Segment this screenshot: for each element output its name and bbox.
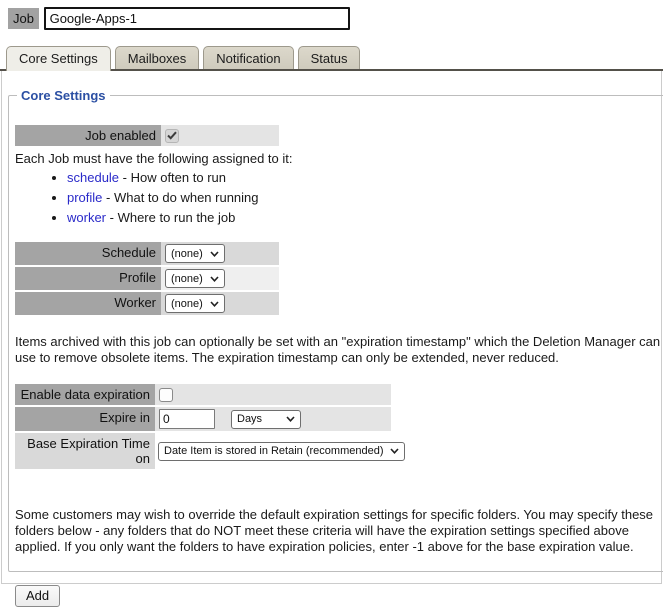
job-bar: Job — [0, 0, 663, 34]
tab-mailboxes[interactable]: Mailboxes — [114, 46, 200, 69]
base-expiration-label: Base Expiration Time on — [15, 433, 155, 469]
base-expiration-value: Date Item is stored in Retain (recommend… — [164, 445, 384, 457]
job-enabled-row: Job enabled — [15, 125, 663, 146]
worker-label: Worker — [15, 292, 161, 315]
chevron-down-icon — [210, 300, 219, 307]
enable-expiration-row: Enable data expiration — [15, 384, 663, 405]
job-field-label: Job — [8, 8, 39, 29]
job-enabled-label: Job enabled — [15, 125, 161, 146]
worker-link[interactable]: worker — [67, 210, 106, 225]
tab-content-panel: Core Settings Job enabled Each Job must … — [1, 71, 663, 607]
worker-select-value: (none) — [171, 297, 203, 310]
list-item: worker - Where to run the job — [67, 209, 663, 226]
list-item: profile - What to do when running — [67, 189, 663, 206]
schedule-link[interactable]: schedule — [67, 170, 119, 185]
schedule-select[interactable]: (none) — [165, 244, 225, 263]
profile-label: Profile — [15, 267, 161, 290]
expire-in-row: Expire in Days — [15, 407, 663, 431]
expiration-note: Items archived with this job can optiona… — [15, 334, 661, 365]
chevron-down-icon — [286, 416, 295, 422]
schedule-select-value: (none) — [171, 247, 203, 260]
list-item-text: - What to do when running — [102, 190, 259, 205]
worker-row: Worker (none) — [15, 292, 663, 315]
schedule-label: Schedule — [15, 242, 161, 265]
list-item: schedule - How often to run — [67, 169, 663, 186]
expire-in-label: Expire in — [15, 407, 155, 431]
profile-select-value: (none) — [171, 272, 203, 285]
job-enabled-checkbox[interactable] — [165, 128, 179, 143]
expire-unit-value: Days — [237, 413, 263, 425]
base-expiration-select[interactable]: Date Item is stored in Retain (recommend… — [158, 441, 406, 461]
enable-expiration-label: Enable data expiration — [15, 384, 155, 405]
list-item-text: - How often to run — [119, 170, 226, 185]
folders-note: Some customers may wish to override the … — [15, 507, 654, 554]
tab-notification[interactable]: Notification — [203, 46, 294, 69]
expiration-table: Enable data expiration Expire in Days — [15, 384, 663, 469]
schedule-row: Schedule (none) — [15, 242, 663, 265]
job-enabled-table: Job enabled — [15, 125, 663, 146]
job-name-input[interactable] — [43, 7, 350, 30]
chevron-down-icon — [210, 250, 219, 257]
chevron-down-icon — [390, 448, 400, 454]
enable-expiration-checkbox[interactable] — [159, 387, 173, 402]
worker-select[interactable]: (none) — [165, 294, 225, 313]
core-settings-fieldset: Core Settings Job enabled Each Job must … — [8, 88, 663, 607]
add-button[interactable]: Add — [15, 585, 61, 607]
tab-bar: Core Settings Mailboxes Notification Sta… — [0, 45, 663, 71]
assignment-list: schedule - How often to run profile - Wh… — [67, 169, 663, 226]
assignment-intro: Each Job must have the following assigne… — [15, 151, 293, 166]
expire-unit-select[interactable]: Days — [231, 409, 301, 429]
expire-in-input[interactable] — [159, 409, 215, 429]
tab-status[interactable]: Status — [297, 46, 361, 69]
profile-row: Profile (none) — [15, 267, 663, 290]
core-settings-legend: Core Settings — [21, 88, 106, 103]
profile-select[interactable]: (none) — [165, 269, 225, 288]
tab-core-settings[interactable]: Core Settings — [6, 46, 111, 71]
base-expiration-row: Base Expiration Time on Date Item is sto… — [15, 433, 663, 469]
check-icon — [167, 131, 177, 140]
profile-link[interactable]: profile — [67, 190, 102, 205]
selector-table: Schedule (none) Profile (none) Worker (n… — [15, 242, 663, 315]
list-item-text: - Where to run the job — [106, 210, 236, 225]
chevron-down-icon — [210, 275, 219, 282]
